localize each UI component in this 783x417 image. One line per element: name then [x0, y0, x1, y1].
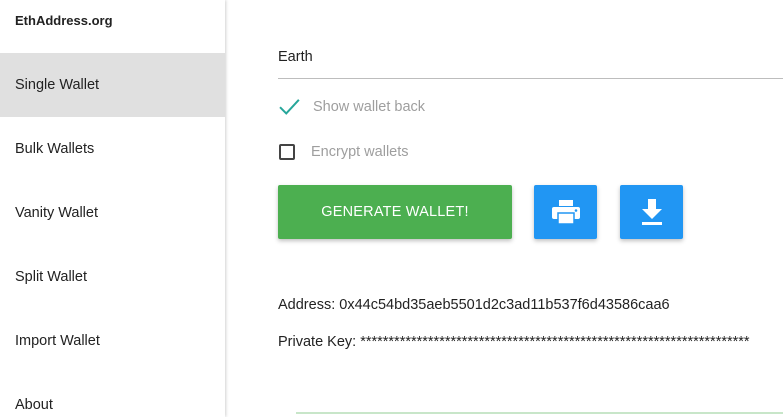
show-wallet-back-label: Show wallet back: [313, 99, 426, 115]
check-icon: [279, 99, 300, 115]
checkbox-box: [279, 144, 295, 160]
wallet-preview-edge: [296, 412, 783, 414]
sidebar-item-import-wallet[interactable]: Import Wallet: [0, 309, 225, 373]
download-icon: [641, 199, 662, 225]
wallet-address: Address: 0x44c54bd35aeb5501d2c3ad11b537f…: [278, 297, 670, 313]
print-button[interactable]: [534, 185, 597, 239]
encrypt-wallets-checkbox[interactable]: Encrypt wallets: [278, 140, 409, 164]
sidebar-item-vanity-wallet[interactable]: Vanity Wallet: [0, 181, 225, 245]
wallet-name-input[interactable]: [278, 36, 783, 79]
app-window: EthAddress.org Single Wallet Bulk Wallet…: [0, 0, 783, 417]
brand-title[interactable]: EthAddress.org: [15, 13, 113, 28]
sidebar-item-single-wallet[interactable]: Single Wallet: [0, 53, 225, 117]
sidebar-item-about[interactable]: About: [0, 373, 225, 417]
sidebar-item-split-wallet[interactable]: Split Wallet: [0, 245, 225, 309]
generate-wallet-button[interactable]: GENERATE WALLET!: [278, 185, 512, 239]
sidebar: EthAddress.org Single Wallet Bulk Wallet…: [0, 0, 225, 417]
show-wallet-back-checkbox[interactable]: Show wallet back: [278, 95, 425, 119]
main-panel: Show wallet back Encrypt wallets GENERAT…: [225, 0, 783, 417]
sidebar-item-bulk-wallets[interactable]: Bulk Wallets: [0, 117, 225, 181]
download-button[interactable]: [620, 185, 683, 239]
encrypt-wallets-label: Encrypt wallets: [311, 144, 409, 160]
printer-icon: [551, 200, 580, 225]
wallet-private-key: Private Key: ***************************…: [278, 334, 750, 350]
